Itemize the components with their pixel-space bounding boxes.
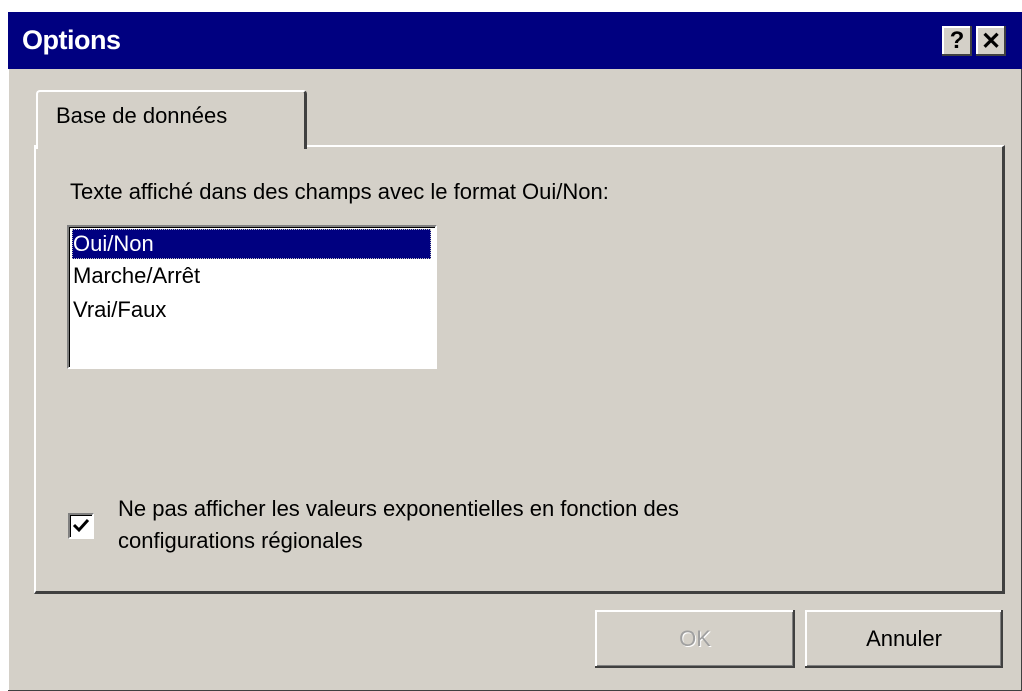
cancel-button-label: Annuler bbox=[866, 626, 942, 651]
window-title: Options bbox=[22, 25, 121, 55]
list-item-vrai-faux[interactable]: Vrai/Faux bbox=[72, 295, 166, 325]
help-button[interactable]: ? bbox=[942, 26, 972, 56]
close-icon: ✕ bbox=[980, 27, 1002, 55]
cancel-button[interactable]: Annuler bbox=[805, 610, 1003, 668]
list-item-oui-non[interactable]: Oui/Non bbox=[72, 229, 431, 259]
checkbox-label-line2: configurations régionales bbox=[118, 528, 363, 553]
yes-no-format-listbox[interactable]: Oui/Non Marche/Arrêt Vrai/Faux bbox=[67, 225, 437, 369]
checkmark-icon bbox=[72, 518, 90, 533]
close-button[interactable]: ✕ bbox=[976, 26, 1006, 56]
title-bar[interactable]: Options ? ✕ bbox=[8, 12, 1022, 69]
yes-no-format-label: Texte affiché dans des champs avec le fo… bbox=[70, 179, 609, 204]
tab-panel: Texte affiché dans des champs avec le fo… bbox=[34, 145, 1005, 594]
list-item-marche-arret[interactable]: Marche/Arrêt bbox=[72, 261, 200, 291]
tab-label: Base de données bbox=[56, 103, 228, 128]
help-icon: ? bbox=[949, 27, 965, 54]
checkbox-label-line1: Ne pas afficher les valeurs exponentiell… bbox=[118, 496, 679, 521]
exponential-values-label[interactable]: Ne pas afficher les valeurs exponentiell… bbox=[118, 493, 918, 557]
ok-button[interactable]: OK bbox=[595, 610, 795, 668]
exponential-values-checkbox[interactable] bbox=[68, 513, 94, 539]
ok-button-label: OK bbox=[679, 626, 711, 651]
tab-base-de-donnees[interactable]: Base de données bbox=[36, 90, 307, 149]
